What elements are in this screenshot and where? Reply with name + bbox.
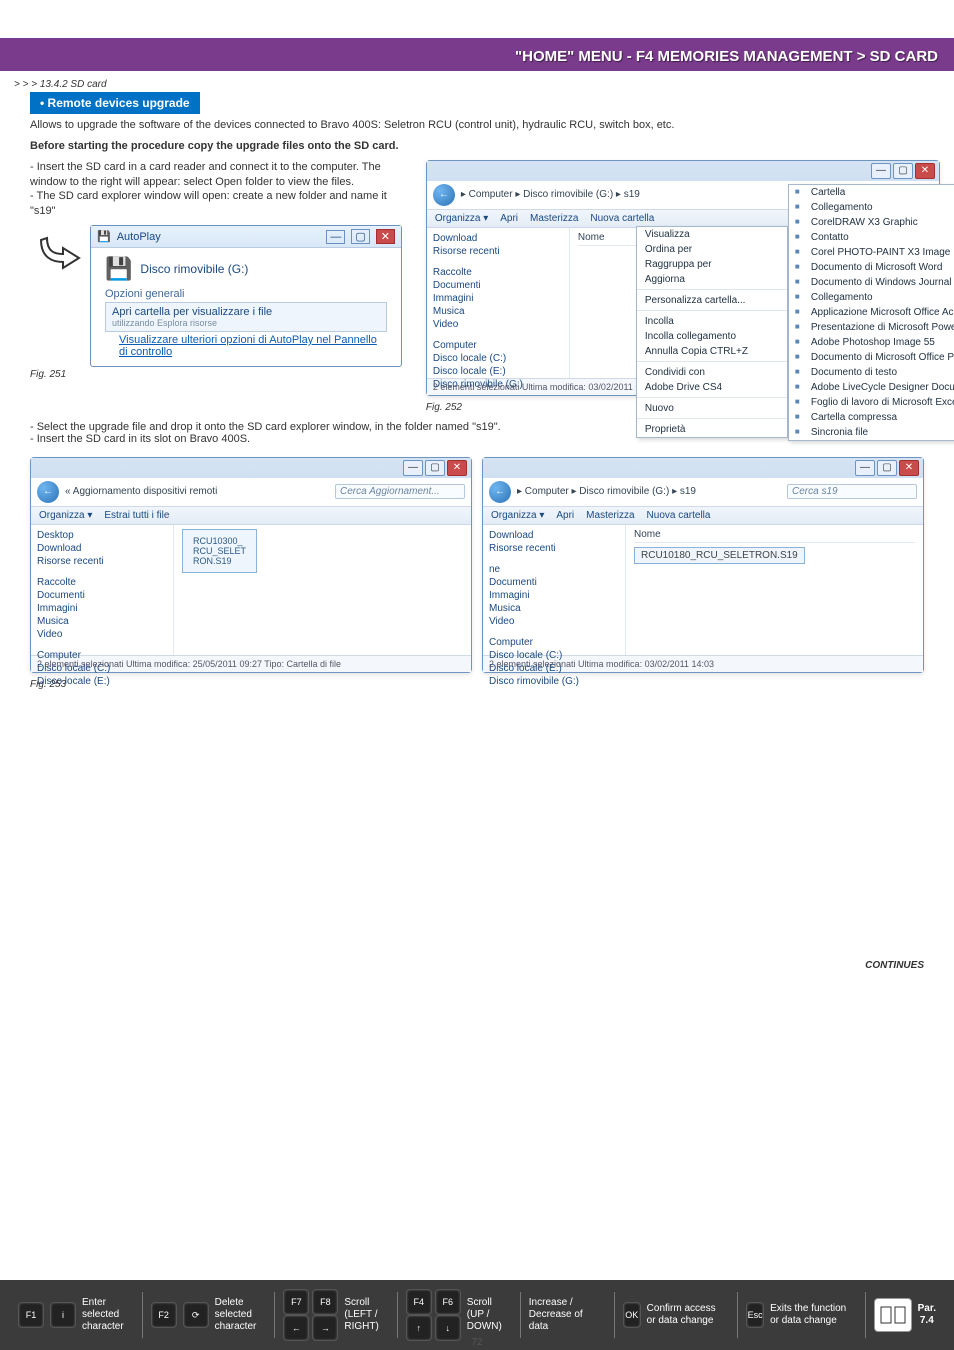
nav-pane[interactable]: DesktopDownloadRisorse recentiRaccolteDo… bbox=[31, 525, 174, 655]
explorer-window-253a: —▢✕ ← « Aggiornamento dispositivi remoti… bbox=[30, 457, 472, 673]
key-esc[interactable]: Esc bbox=[746, 1302, 764, 1328]
breadcrumb: > > > 13.4.2 SD card bbox=[0, 71, 954, 92]
file-item[interactable]: RCU10300_ RCU_SELET RON.S19 bbox=[182, 529, 257, 573]
open-folder-option[interactable]: Apri cartella per visualizzare i file bbox=[112, 306, 380, 318]
manual-icon bbox=[874, 1298, 912, 1332]
path-breadcrumb[interactable]: « Aggiornamento dispositivi remoti bbox=[65, 486, 329, 497]
section-tag: • Remote devices upgrade bbox=[30, 92, 200, 114]
nav-pane[interactable]: DownloadRisorse recentineDocumentiImmagi… bbox=[483, 525, 626, 655]
new-submenu[interactable]: CartellaCollegamentoCorelDRAW X3 Graphic… bbox=[788, 184, 954, 441]
drive-big-icon: 💾 bbox=[105, 256, 132, 282]
key-ok[interactable]: OK bbox=[623, 1302, 641, 1328]
nav-pane[interactable]: DownloadRisorse recentiRaccolteDocumenti… bbox=[427, 228, 570, 378]
drive-icon: 💾 bbox=[97, 230, 111, 243]
autoplay-window: 💾 AutoPlay — ▢ ✕ 💾 Disco rimovibile (G:)… bbox=[90, 225, 402, 367]
back-button[interactable]: ← bbox=[37, 481, 59, 503]
path-breadcrumb[interactable]: ▸ Computer ▸ Disco rimovibile (G:) ▸ s19 bbox=[461, 189, 797, 200]
steps-left: - Insert the SD card in a card reader an… bbox=[30, 156, 418, 221]
key-f8[interactable]: F8 bbox=[312, 1289, 338, 1315]
max-button[interactable]: ▢ bbox=[893, 163, 913, 179]
page-number: 72 bbox=[0, 1337, 954, 1348]
key-f1[interactable]: F1 bbox=[18, 1302, 44, 1328]
title-band: "HOME" MENU - F4 MEMORIES MANAGEMENT > S… bbox=[0, 42, 954, 71]
key-f4[interactable]: F4 bbox=[406, 1289, 432, 1315]
intro-text: Allows to upgrade the software of the de… bbox=[0, 114, 954, 135]
autoplay-more-link[interactable]: Visualizzare ulteriori opzioni di AutoPl… bbox=[119, 334, 387, 358]
context-menu[interactable]: VisualizzaOrdina perRaggruppa perAggiorn… bbox=[636, 226, 788, 438]
continues-label: CONTINUES bbox=[865, 960, 924, 971]
key-info[interactable]: i bbox=[50, 1302, 76, 1328]
close-button[interactable]: ✕ bbox=[915, 163, 935, 179]
search-input[interactable]: Cerca Aggiornament... bbox=[335, 484, 465, 499]
min-button[interactable]: — bbox=[871, 163, 891, 179]
min-button[interactable]: — bbox=[326, 230, 345, 244]
key-f6[interactable]: F6 bbox=[435, 1289, 461, 1315]
key-undo[interactable]: ⟳ bbox=[183, 1302, 209, 1328]
path-breadcrumb[interactable]: ▸ Computer ▸ Disco rimovibile (G:) ▸ s19 bbox=[517, 486, 781, 497]
search-input[interactable]: Cerca s19 bbox=[787, 484, 917, 499]
arrow-icon bbox=[30, 225, 84, 279]
key-f7[interactable]: F7 bbox=[283, 1289, 309, 1315]
bold-before: Before starting the procedure copy the u… bbox=[0, 135, 954, 156]
fig251-caption: Fig. 251 bbox=[30, 367, 418, 386]
file-item[interactable]: RCU10180_RCU_SELETRON.S19 bbox=[634, 547, 805, 564]
explorer-window-253b: —▢✕ ← ▸ Computer ▸ Disco rimovibile (G:)… bbox=[482, 457, 924, 673]
key-f2[interactable]: F2 bbox=[151, 1302, 177, 1328]
back-button[interactable]: ← bbox=[489, 481, 511, 503]
max-button[interactable]: ▢ bbox=[351, 229, 369, 244]
close-button[interactable]: ✕ bbox=[376, 229, 395, 244]
back-button[interactable]: ← bbox=[433, 184, 455, 206]
